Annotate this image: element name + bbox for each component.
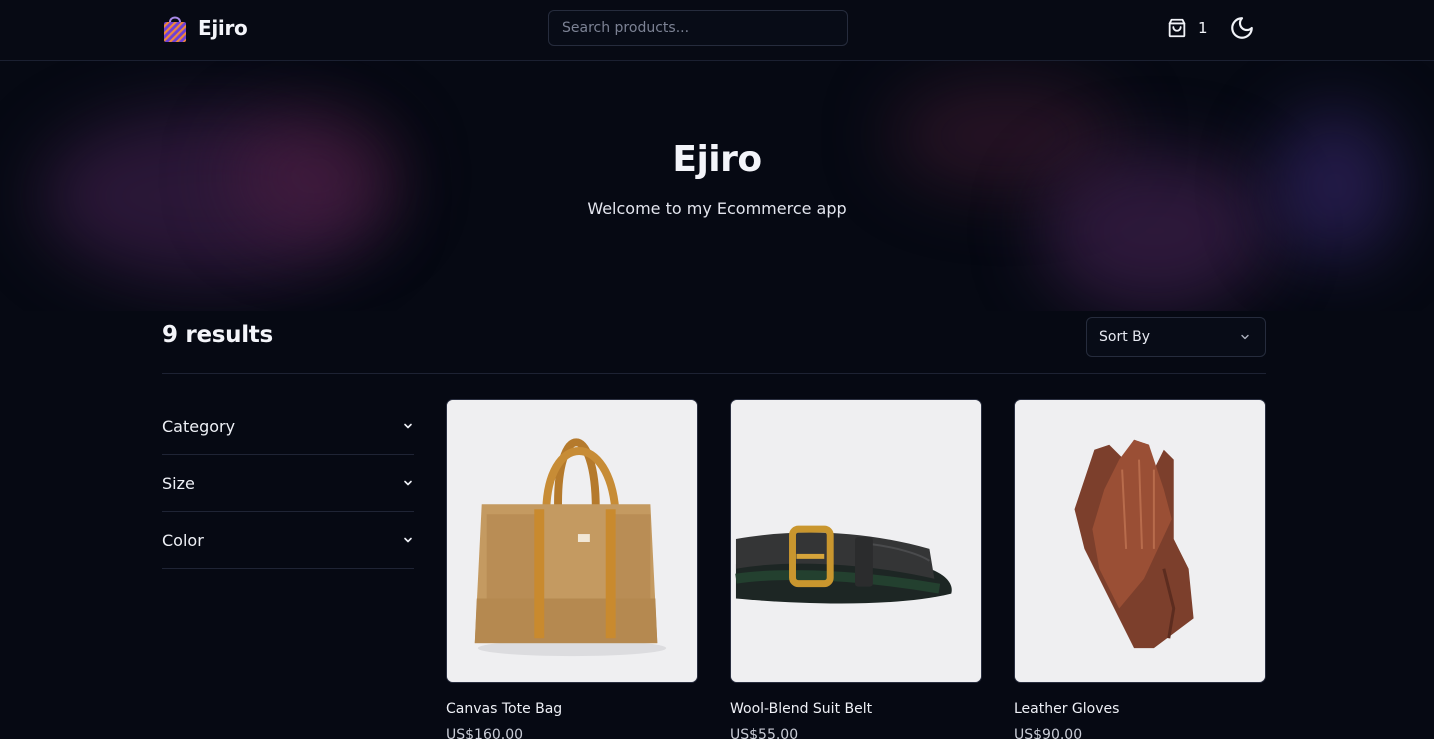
gloves-image [1015,400,1265,682]
brand-name: Ejiro [198,16,248,40]
belt-image [731,400,981,682]
sort-dropdown[interactable]: Sort By [1086,317,1266,357]
sort-label: Sort By [1099,329,1151,345]
storefront-page: Ejiro 1 Ejiro Welcome to my Ecommerce ap… [0,0,1434,739]
results-count: 9 results [162,322,273,348]
tote-bag-image [447,400,697,682]
product-price: US$160.00 [446,727,524,739]
hero-glow [1270,111,1400,261]
section-divider [162,373,1266,374]
filter-sidebar: Category Size Color [162,398,414,569]
chevron-down-icon [404,423,412,429]
chevron-down-icon [1241,334,1249,340]
hero-subtitle: Welcome to my Ecommerce app [587,199,847,218]
moon-icon[interactable] [1229,15,1255,41]
shopping-bag-icon [164,16,186,42]
product-name[interactable]: Leather Gloves [1014,701,1266,717]
search-input[interactable] [548,10,848,46]
product-price: US$90.00 [1014,727,1083,739]
filter-label: Color [162,530,204,550]
product-name[interactable]: Wool-Blend Suit Belt [730,701,982,717]
product-name[interactable]: Canvas Tote Bag [446,701,698,717]
chevron-down-icon [404,480,412,486]
filter-color[interactable]: Color [162,512,414,569]
filter-category[interactable]: Category [162,398,414,455]
product-price: US$55.00 [730,727,799,739]
hero-title: Ejiro [672,139,762,180]
cart-count-badge: 1 [1198,19,1208,37]
shopping-bag-icon [1168,18,1186,38]
brand-logo[interactable]: Ejiro [162,13,248,43]
chevron-down-icon [404,537,412,543]
product-card[interactable]: Leather Gloves US$90.00 [1014,399,1266,739]
filter-size[interactable]: Size [162,455,414,512]
filter-label: Size [162,473,195,493]
product-image[interactable] [446,399,698,683]
filter-label: Category [162,416,236,436]
product-card[interactable]: Canvas Tote Bag US$160.00 [446,399,698,739]
top-navbar: Ejiro 1 [0,0,1434,61]
product-image[interactable] [1014,399,1266,683]
product-card[interactable]: Wool-Blend Suit Belt US$55.00 [730,399,982,739]
hero-banner: Ejiro Welcome to my Ecommerce app [0,61,1434,311]
product-image[interactable] [730,399,982,683]
cart-button[interactable]: 1 [1166,16,1208,40]
